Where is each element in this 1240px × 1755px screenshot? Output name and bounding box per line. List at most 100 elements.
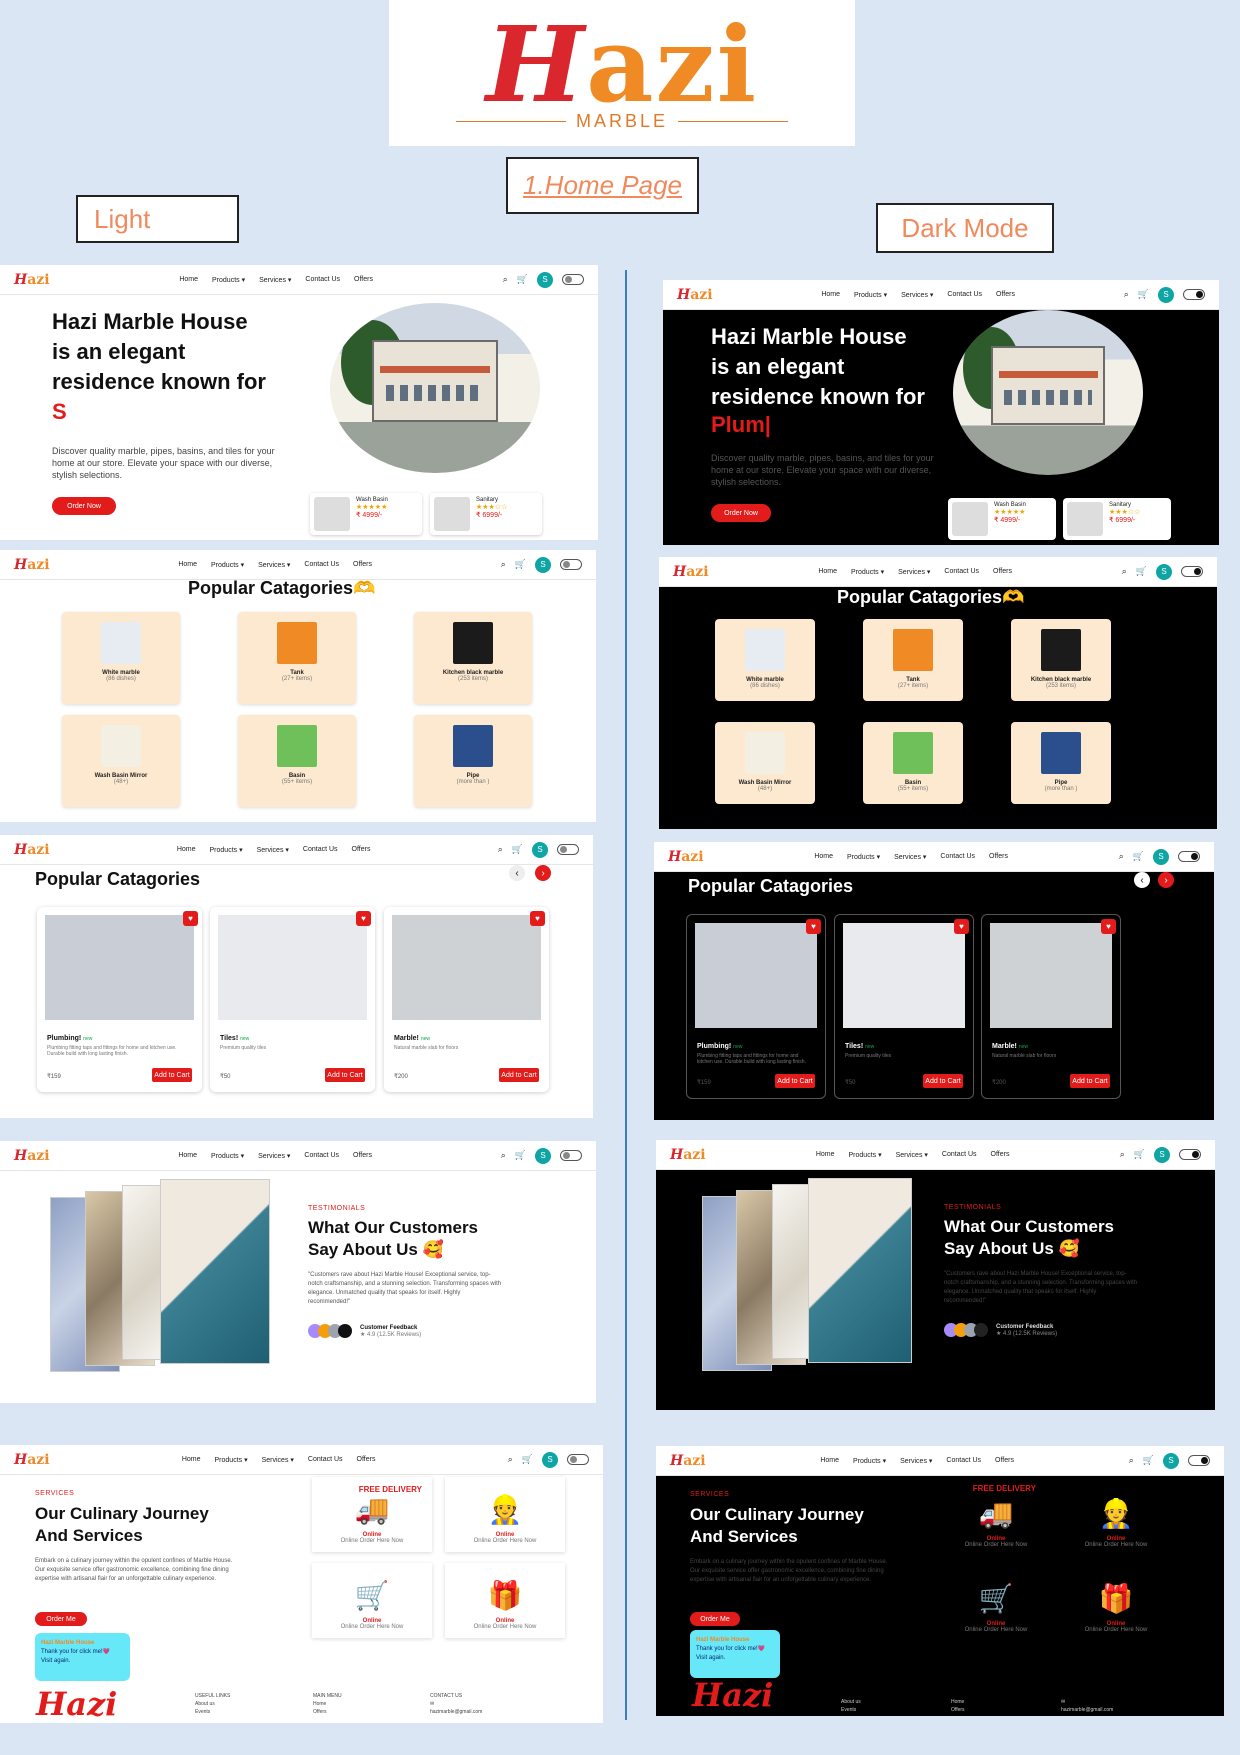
cart-icon[interactable]: 🛒 xyxy=(515,1150,526,1161)
sanitary-card[interactable]: Sanitary ★★★☆☆ ₹ 6999/- xyxy=(430,493,542,535)
nav-home[interactable]: Home xyxy=(814,853,833,861)
heart-icon[interactable]: ♥ xyxy=(806,919,821,934)
avatar[interactable]: S xyxy=(537,271,553,288)
cart-icon[interactable]: 🛒 xyxy=(1143,1455,1154,1466)
search-icon[interactable]: ⌕ xyxy=(1119,851,1124,862)
nav-products[interactable]: Products ▾ xyxy=(211,561,244,569)
nav-home[interactable]: Home xyxy=(178,1152,197,1160)
theme-toggle[interactable] xyxy=(560,559,582,570)
service-card[interactable]: 🚚 FREE DELIVERY Online Online Order Here… xyxy=(312,1477,432,1552)
product-card[interactable]: ♥ Tiles! new Premium quality tiles ₹50 A… xyxy=(210,907,375,1092)
avatar[interactable]: S xyxy=(1154,1146,1170,1163)
search-icon[interactable]: ⌕ xyxy=(1122,566,1127,577)
product-card[interactable]: ♥ Plumbing! new Plumbing fitting taps an… xyxy=(37,907,202,1092)
footer-logo[interactable]: Hazi xyxy=(692,1676,773,1714)
nav-offers[interactable]: Offers xyxy=(353,1152,372,1160)
nav-logo[interactable]: Hazi xyxy=(14,1452,50,1468)
category-card[interactable]: Kitchen black marble (253 items) xyxy=(1011,619,1111,701)
avatar[interactable]: S xyxy=(532,841,548,858)
search-icon[interactable]: ⌕ xyxy=(498,844,503,855)
category-card[interactable]: Kitchen black marble (253 items) xyxy=(414,612,532,704)
nav-offers[interactable]: Offers xyxy=(991,1151,1010,1159)
add-to-cart-button[interactable]: Add to Cart xyxy=(775,1074,815,1088)
nav-products[interactable]: Products ▾ xyxy=(212,276,245,284)
order-now-button[interactable]: Order Now xyxy=(711,504,771,522)
theme-toggle[interactable] xyxy=(1188,1455,1210,1466)
nav-products[interactable]: Products ▾ xyxy=(210,846,243,854)
theme-toggle[interactable] xyxy=(557,844,579,855)
category-card[interactable]: Basin (55+ items) xyxy=(238,715,356,807)
theme-toggle[interactable] xyxy=(567,1454,589,1465)
theme-toggle[interactable] xyxy=(1179,1149,1201,1160)
nav-contact[interactable]: Contact Us xyxy=(305,276,340,284)
order-me-button[interactable]: Order Me xyxy=(35,1612,87,1626)
nav-logo[interactable]: Hazi xyxy=(14,272,50,288)
nav-home[interactable]: Home xyxy=(178,561,197,569)
service-card[interactable]: 👷 Online Online Order Here Now xyxy=(1066,1476,1166,1556)
nav-products[interactable]: Products ▾ xyxy=(211,1152,244,1160)
nav-offers[interactable]: Offers xyxy=(352,846,371,854)
nav-products[interactable]: Products ▾ xyxy=(847,853,880,861)
nav-offers[interactable]: Offers xyxy=(357,1456,376,1464)
search-icon[interactable]: ⌕ xyxy=(1124,289,1129,300)
nav-home[interactable]: Home xyxy=(820,1457,839,1465)
category-card[interactable]: Basin (55+ items) xyxy=(863,722,963,804)
nav-contact[interactable]: Contact Us xyxy=(946,1457,981,1465)
add-to-cart-button[interactable]: Add to Cart xyxy=(325,1068,365,1082)
nav-services[interactable]: Services ▾ xyxy=(900,1457,932,1465)
nav-home[interactable]: Home xyxy=(816,1151,835,1159)
theme-toggle[interactable] xyxy=(562,274,584,285)
add-to-cart-button[interactable]: Add to Cart xyxy=(499,1068,539,1082)
footer-logo[interactable]: Hazi xyxy=(36,1685,117,1723)
product-card[interactable]: ♥ Plumbing! new Plumbing fitting taps an… xyxy=(686,914,826,1099)
heart-icon[interactable]: ♥ xyxy=(356,911,371,926)
category-card[interactable]: Wash Basin Mirror (48+) xyxy=(715,722,815,804)
cart-icon[interactable]: 🛒 xyxy=(517,274,528,285)
nav-home[interactable]: Home xyxy=(182,1456,201,1464)
nav-services[interactable]: Services ▾ xyxy=(258,561,290,569)
service-card[interactable]: 🛒 Online Online Order Here Now xyxy=(312,1563,432,1638)
nav-contact[interactable]: Contact Us xyxy=(303,846,338,854)
next-arrow-icon[interactable]: › xyxy=(535,865,551,881)
avatar[interactable]: S xyxy=(1156,563,1172,580)
heart-icon[interactable]: ♥ xyxy=(183,911,198,926)
nav-products[interactable]: Products ▾ xyxy=(853,1457,886,1465)
nav-offers[interactable]: Offers xyxy=(996,291,1015,299)
theme-toggle[interactable] xyxy=(1183,289,1205,300)
nav-offers[interactable]: Offers xyxy=(993,568,1012,576)
chat-popup[interactable]: Hazi Marble House Thank you for click me!… xyxy=(35,1633,130,1681)
nav-logo[interactable]: Hazi xyxy=(677,287,713,303)
nav-logo[interactable]: Hazi xyxy=(668,849,704,865)
nav-contact[interactable]: Contact Us xyxy=(947,291,982,299)
category-card[interactable]: Tank (27+ items) xyxy=(238,612,356,704)
avatar[interactable]: S xyxy=(535,556,551,573)
cart-icon[interactable]: 🛒 xyxy=(1136,566,1147,577)
product-card[interactable]: ♥ Tiles! new Premium quality tiles ₹50 A… xyxy=(834,914,974,1099)
nav-offers[interactable]: Offers xyxy=(995,1457,1014,1465)
prev-arrow-icon[interactable]: ‹ xyxy=(1134,872,1150,888)
order-me-button[interactable]: Order Me xyxy=(690,1612,740,1626)
avatar[interactable]: S xyxy=(1163,1452,1179,1469)
nav-services[interactable]: Services ▾ xyxy=(901,291,933,299)
nav-products[interactable]: Products ▾ xyxy=(854,291,887,299)
service-card[interactable]: 🛒 Online Online Order Here Now xyxy=(946,1561,1046,1641)
nav-logo[interactable]: Hazi xyxy=(670,1147,706,1163)
prev-arrow-icon[interactable]: ‹ xyxy=(509,865,525,881)
nav-logo[interactable]: Hazi xyxy=(670,1453,706,1469)
service-card[interactable]: 👷 Online Online Order Here Now xyxy=(445,1477,565,1552)
nav-contact[interactable]: Contact Us xyxy=(304,1152,339,1160)
nav-home[interactable]: Home xyxy=(179,276,198,284)
nav-home[interactable]: Home xyxy=(821,291,840,299)
search-icon[interactable]: ⌕ xyxy=(1120,1149,1125,1160)
theme-toggle[interactable] xyxy=(1178,851,1200,862)
nav-contact[interactable]: Contact Us xyxy=(944,568,979,576)
nav-home[interactable]: Home xyxy=(177,846,196,854)
search-icon[interactable]: ⌕ xyxy=(501,559,506,570)
nav-services[interactable]: Services ▾ xyxy=(257,846,289,854)
category-card[interactable]: White marble (86 dishes) xyxy=(715,619,815,701)
nav-logo[interactable]: Hazi xyxy=(14,842,50,858)
chat-popup[interactable]: Hazi Marble House Thank you for click me!… xyxy=(690,1630,780,1678)
nav-offers[interactable]: Offers xyxy=(989,853,1008,861)
wash-basin-card[interactable]: Wash Basin ★★★★★ ₹ 4999/- xyxy=(948,498,1056,540)
cart-icon[interactable]: 🛒 xyxy=(1133,851,1144,862)
